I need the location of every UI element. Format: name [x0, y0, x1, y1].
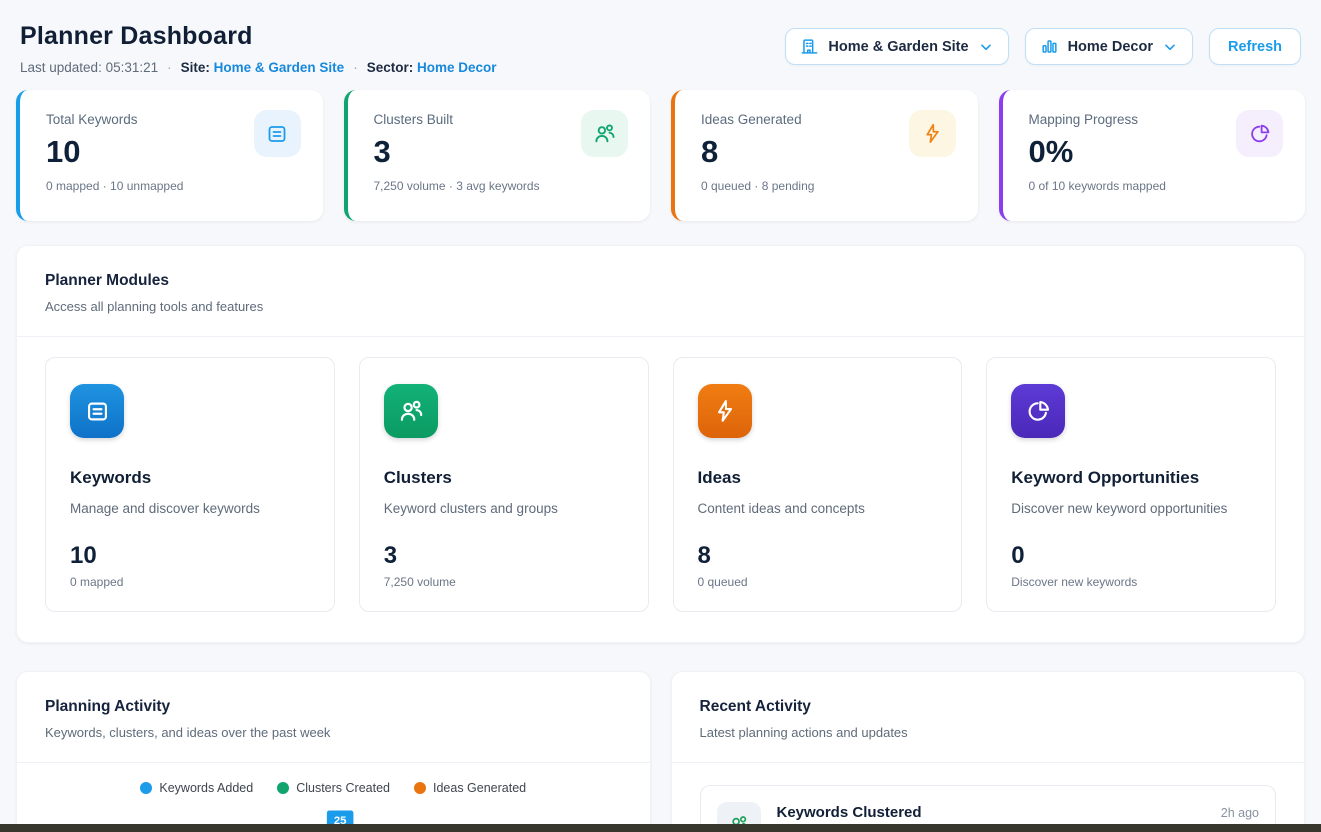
recent-activity-list: Keywords Clustered 3 new clusters create…: [672, 763, 1305, 832]
module-card-clusters[interactable]: Clusters Keyword clusters and groups 3 7…: [359, 357, 649, 612]
module-card-keywords[interactable]: Keywords Manage and discover keywords 10…: [45, 357, 335, 612]
legend-item-keywords-added[interactable]: Keywords Added: [140, 781, 253, 795]
recent-activity-header: Recent Activity Latest planning actions …: [672, 672, 1305, 762]
divider: [17, 762, 650, 763]
chart-legend: Keywords Added Clusters Created Ideas Ge…: [17, 781, 650, 795]
lightning-icon: [909, 110, 956, 157]
module-value: 3: [384, 542, 624, 570]
legend-label: Ideas Generated: [433, 781, 526, 795]
modules-header: Planner Modules Access all planning tool…: [17, 246, 1304, 336]
page-title: Planner Dashboard: [20, 22, 497, 51]
site-selector-dropdown[interactable]: Home & Garden Site: [785, 28, 1008, 65]
site-meta: Site: Home & Garden Site: [181, 60, 345, 75]
module-value: 8: [698, 542, 938, 570]
module-subtext: 0 queued: [698, 575, 938, 589]
module-subtext: 7,250 volume: [384, 575, 624, 589]
module-description: Manage and discover keywords: [70, 501, 310, 516]
planning-activity-header: Planning Activity Keywords, clusters, an…: [17, 672, 650, 762]
legend-item-ideas-generated[interactable]: Ideas Generated: [414, 781, 526, 795]
legend-dot-orange: [414, 782, 426, 794]
planner-dashboard-page: Planner Dashboard Last updated: 05:31:21…: [0, 0, 1321, 832]
module-title: Keyword Opportunities: [1011, 468, 1251, 488]
legend-item-clusters-created[interactable]: Clusters Created: [277, 781, 390, 795]
recent-activity-title: Recent Activity: [700, 698, 1277, 716]
stat-subtext: 7,250 volume · 3 avg keywords: [374, 179, 627, 193]
module-title: Keywords: [70, 468, 310, 488]
meta-separator: ·: [353, 60, 358, 75]
document-icon: [70, 384, 124, 438]
module-title: Ideas: [698, 468, 938, 488]
site-selector-value: Home & Garden Site: [828, 39, 968, 55]
module-subtext: 0 mapped: [70, 575, 310, 589]
meta-separator: ·: [167, 60, 172, 75]
planning-activity-panel: Planning Activity Keywords, clusters, an…: [16, 671, 651, 832]
legend-label: Keywords Added: [159, 781, 253, 795]
stat-subtext: 0 queued · 8 pending: [701, 179, 954, 193]
header-left: Planner Dashboard Last updated: 05:31:21…: [20, 22, 497, 75]
sector-selector-value: Home Decor: [1068, 39, 1153, 55]
modules-title: Planner Modules: [45, 272, 1276, 290]
module-subtext: Discover new keywords: [1011, 575, 1251, 589]
stat-card-ideas-generated[interactable]: Ideas Generated 8 0 queued · 8 pending: [671, 90, 978, 221]
legend-dot-green: [277, 782, 289, 794]
pie-chart-icon: [1236, 110, 1283, 157]
stats-row: Total Keywords 10 0 mapped · 10 unmapped…: [16, 90, 1305, 221]
module-description: Content ideas and concepts: [698, 501, 938, 516]
stat-subtext: 0 of 10 keywords mapped: [1029, 179, 1282, 193]
chevron-down-icon: [1162, 39, 1178, 55]
site-label: Site:: [181, 60, 210, 75]
building-icon: [800, 37, 819, 56]
bottom-edge-bar: [0, 824, 1321, 832]
page-header: Planner Dashboard Last updated: 05:31:21…: [16, 0, 1305, 75]
recent-activity-panel: Recent Activity Latest planning actions …: [671, 671, 1306, 832]
refresh-button[interactable]: Refresh: [1209, 28, 1301, 65]
planning-activity-title: Planning Activity: [45, 698, 622, 716]
sector-meta: Sector: Home Decor: [367, 60, 497, 75]
last-updated-text: Last updated: 05:31:21: [20, 60, 158, 75]
site-link[interactable]: Home & Garden Site: [214, 60, 345, 75]
header-toolbar: Home & Garden Site Home Decor: [785, 28, 1301, 65]
pie-chart-icon: [1011, 384, 1065, 438]
module-description: Discover new keyword opportunities: [1011, 501, 1251, 516]
module-card-keyword-opportunities[interactable]: Keyword Opportunities Discover new keywo…: [986, 357, 1276, 612]
recent-activity-subtitle: Latest planning actions and updates: [700, 725, 1277, 740]
recent-item-title: Keywords Clustered: [777, 804, 922, 821]
sector-link[interactable]: Home Decor: [417, 60, 497, 75]
module-value: 10: [70, 542, 310, 570]
refresh-button-label: Refresh: [1228, 39, 1282, 55]
module-value: 0: [1011, 542, 1251, 570]
header-meta: Last updated: 05:31:21 · Site: Home & Ga…: [20, 60, 497, 75]
module-description: Keyword clusters and groups: [384, 501, 624, 516]
legend-dot-blue: [140, 782, 152, 794]
sector-selector-dropdown[interactable]: Home Decor: [1025, 28, 1193, 65]
modules-grid: Keywords Manage and discover keywords 10…: [17, 337, 1304, 642]
recent-item-timestamp: 2h ago: [1221, 806, 1259, 820]
modules-subtitle: Access all planning tools and features: [45, 299, 1276, 314]
planner-modules-panel: Planner Modules Access all planning tool…: [16, 245, 1305, 643]
stat-card-mapping-progress[interactable]: Mapping Progress 0% 0 of 10 keywords map…: [999, 90, 1306, 221]
users-icon: [581, 110, 628, 157]
document-icon: [254, 110, 301, 157]
sector-label: Sector:: [367, 60, 414, 75]
lightning-icon: [698, 384, 752, 438]
chevron-down-icon: [978, 39, 994, 55]
bar-chart-icon: [1040, 37, 1059, 56]
users-icon: [384, 384, 438, 438]
legend-label: Clusters Created: [296, 781, 390, 795]
module-title: Clusters: [384, 468, 624, 488]
bottom-row: Planning Activity Keywords, clusters, an…: [16, 643, 1305, 832]
stat-card-clusters-built[interactable]: Clusters Built 3 7,250 volume · 3 avg ke…: [344, 90, 651, 221]
module-card-ideas[interactable]: Ideas Content ideas and concepts 8 0 que…: [673, 357, 963, 612]
stat-subtext: 0 mapped · 10 unmapped: [46, 179, 299, 193]
stat-card-total-keywords[interactable]: Total Keywords 10 0 mapped · 10 unmapped: [16, 90, 323, 221]
planning-activity-subtitle: Keywords, clusters, and ideas over the p…: [45, 725, 622, 740]
